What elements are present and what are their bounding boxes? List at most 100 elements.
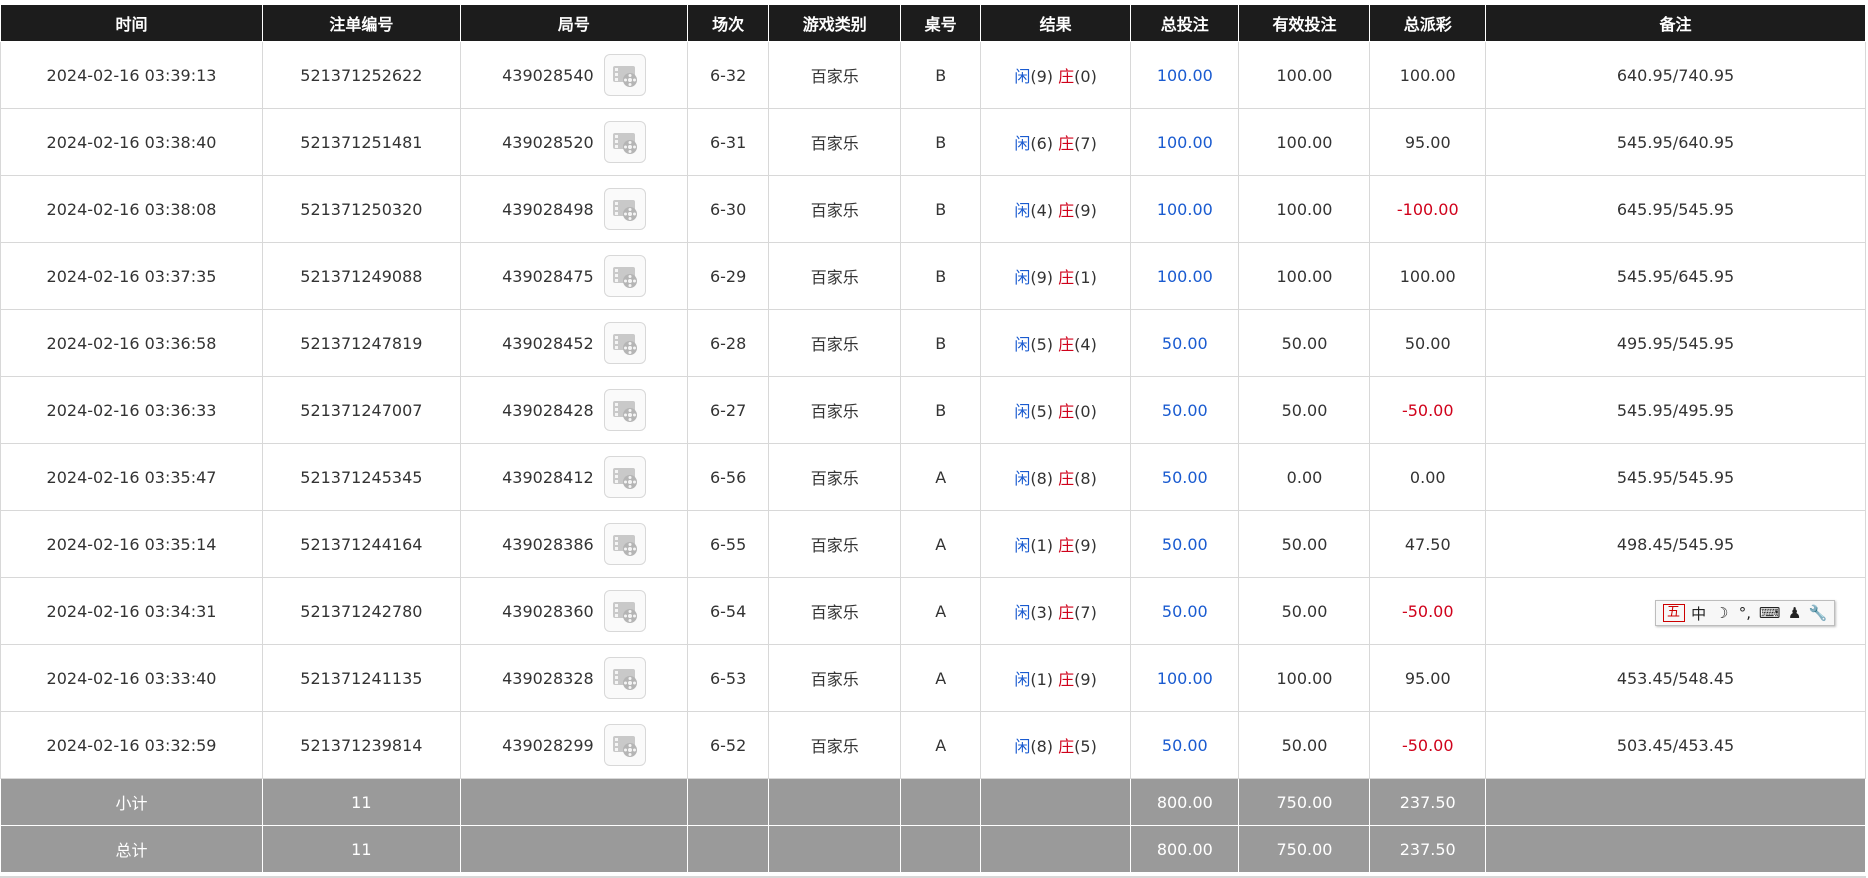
total-payout: 237.50 [1369,825,1486,873]
cell-table-no: A [900,510,982,578]
total-count: 11 [262,825,461,873]
cell-session: 6-52 [687,711,770,779]
cell-time: 2024-02-16 03:39:13 [0,41,263,109]
cell-round-id: 439028360 [459,577,689,645]
cell-order-id: 521371247819 [262,309,461,377]
punctuation-icon[interactable]: °, [1736,604,1754,622]
cell-table-no: A [900,577,982,645]
wrench-icon[interactable]: 🔧 [1809,604,1828,622]
cell-result: 闲(5) 庄(0) [980,376,1132,444]
cell-total-bet: 100.00 [1130,242,1240,310]
player-label: 闲 [1014,134,1031,153]
subtotal-payout: 237.50 [1369,778,1486,826]
moon-icon[interactable]: ☽ [1713,604,1731,622]
cell-valid-bet: 100.00 [1238,108,1371,176]
cell-round-id: 439028428 [459,376,689,444]
cell-time: 2024-02-16 03:35:47 [0,443,263,511]
cell-round-id: 439028540 [459,41,689,109]
cell-total-bet: 100.00 [1130,41,1240,109]
video-replay-icon[interactable] [603,188,646,230]
ime-mode-toggle[interactable]: 五 [1662,604,1685,622]
player-score: (9) [1030,67,1054,86]
cell-valid-bet: 0.00 [1238,443,1371,511]
banker-score: (7) [1074,603,1097,622]
cell-order-id: 521371242780 [262,577,461,645]
cell-payout: 100.00 [1369,41,1486,109]
table-row: 2024-02-16 03:38:40 521371251481 439028520… [0,108,1866,176]
banker-label: 庄 [1058,670,1075,689]
video-replay-icon[interactable] [603,255,646,297]
video-replay-icon[interactable] [603,322,646,364]
cell-result: 闲(4) 庄(9) [980,175,1132,243]
cell-session: 6-31 [687,108,770,176]
cell-total-bet: 50.00 [1130,376,1240,444]
cell-time: 2024-02-16 03:38:40 [0,108,263,176]
cell-note: 545.95/545.95 [1485,443,1866,511]
cell-note: 640.95/740.95 [1485,41,1866,109]
player-score: (1) [1030,536,1054,555]
cell-total-bet: 100.00 [1130,108,1240,176]
cell-session: 6-27 [687,376,770,444]
cell-result: 闲(5) 庄(4) [980,309,1132,377]
ime-toolbar[interactable]: 五 中 ☽ °, ⌨ ♟ 🔧 [1655,600,1835,626]
column-header-round-id: 局号 [459,5,689,42]
cell-result: 闲(9) 庄(0) [980,41,1132,109]
cell-game-type: 百家乐 [768,41,902,109]
video-replay-icon[interactable] [603,657,646,699]
cell-order-id: 521371252622 [262,41,461,109]
player-score: (1) [1030,670,1054,689]
cell-game-type: 百家乐 [768,108,902,176]
ime-language-toggle[interactable]: 中 [1690,603,1708,624]
player-score: (9) [1030,268,1054,287]
player-score: (3) [1030,603,1054,622]
cell-game-type: 百家乐 [768,510,902,578]
cell-session: 6-53 [687,644,770,712]
player-label: 闲 [1014,402,1031,421]
banker-label: 庄 [1058,67,1075,86]
banker-score: (8) [1074,469,1097,488]
player-label: 闲 [1014,670,1031,689]
cell-round-id: 439028520 [459,108,689,176]
video-replay-icon[interactable] [603,724,646,766]
video-replay-icon[interactable] [603,54,646,96]
cell-result: 闲(1) 庄(9) [980,644,1132,712]
banker-score: (0) [1074,402,1097,421]
player-label: 闲 [1014,67,1031,86]
cell-time: 2024-02-16 03:36:58 [0,309,263,377]
user-icon[interactable]: ♟ [1786,604,1804,622]
video-replay-icon[interactable] [603,523,646,565]
player-score: (8) [1030,469,1054,488]
video-replay-icon[interactable] [603,590,646,632]
cell-order-id: 521371245345 [262,443,461,511]
cell-result: 闲(8) 庄(5) [980,711,1132,779]
cell-total-bet: 50.00 [1130,443,1240,511]
banker-label: 庄 [1058,469,1075,488]
cell-result: 闲(9) 庄(1) [980,242,1132,310]
cell-session: 6-28 [687,309,770,377]
cell-order-id: 521371249088 [262,242,461,310]
cell-result: 闲(6) 庄(7) [980,108,1132,176]
player-label: 闲 [1014,536,1031,555]
cell-total-bet: 50.00 [1130,711,1240,779]
video-replay-icon[interactable] [603,456,646,498]
banker-label: 庄 [1058,134,1075,153]
cell-total-bet: 100.00 [1130,644,1240,712]
cell-time: 2024-02-16 03:36:33 [0,376,263,444]
cell-note: 495.95/545.95 [1485,309,1866,377]
banker-label: 庄 [1058,335,1075,354]
cell-round-id: 439028498 [459,175,689,243]
table-row: 2024-02-16 03:32:59 521371239814 439028299… [0,711,1866,779]
cell-table-no: A [900,644,982,712]
cell-note: 545.95/645.95 [1485,242,1866,310]
cell-table-no: B [900,242,982,310]
video-replay-icon[interactable] [603,121,646,163]
cell-payout: -50.00 [1369,711,1486,779]
round-id-text: 439028360 [502,601,594,621]
player-score: (8) [1030,737,1054,756]
keyboard-icon[interactable]: ⌨ [1759,604,1781,622]
round-id-text: 439028498 [502,199,594,219]
banker-label: 庄 [1058,268,1075,287]
table-row: 2024-02-16 03:39:13 521371252622 439028540… [0,41,1866,109]
video-replay-icon[interactable] [603,389,646,431]
player-label: 闲 [1014,268,1031,287]
